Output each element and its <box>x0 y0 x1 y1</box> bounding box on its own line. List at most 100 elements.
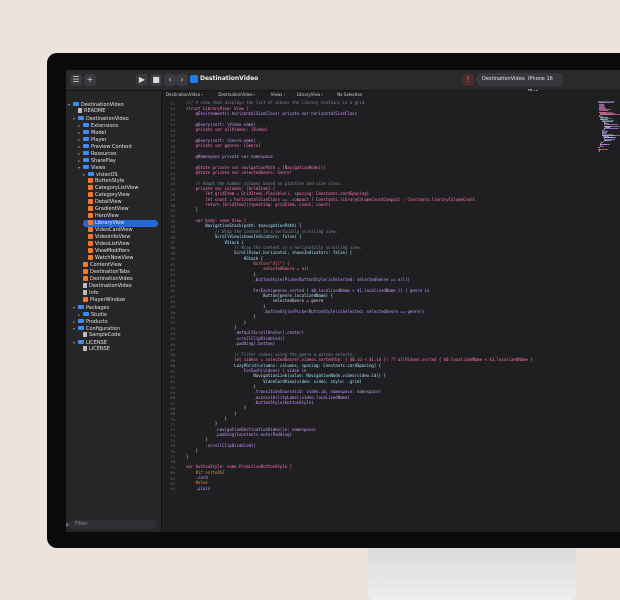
line-number: 41 <box>170 261 175 267</box>
filter-input[interactable]: Filter <box>69 520 157 529</box>
minimap[interactable] <box>598 99 620 159</box>
navigator-item[interactable]: ▸ Model <box>78 129 158 136</box>
navigator-item[interactable]: ▸ Extensions <box>78 122 158 129</box>
navigator-item-label: ViewModifiers <box>95 248 130 254</box>
navigator-item[interactable]: ViewModifiers <box>83 248 158 255</box>
swift-file-icon <box>88 213 93 218</box>
navigator-item[interactable]: ▾ Configuration <box>73 325 158 332</box>
navigator-item[interactable]: VideoCardView <box>83 227 158 234</box>
navigator-item[interactable]: CategoryListView <box>83 185 158 192</box>
document-icon <box>83 346 87 351</box>
line-number: 67 <box>170 400 175 406</box>
document-icon <box>83 332 87 337</box>
forward-icon[interactable]: › <box>176 74 188 86</box>
code-editor[interactable]: 11/// A view that displays the list of v… <box>162 99 620 532</box>
breadcrumb-item[interactable]: Views › <box>271 91 285 99</box>
navigator-item-label: PlayerWindow <box>90 297 126 303</box>
document-icon <box>83 283 87 288</box>
folder-icon <box>83 137 89 141</box>
navigator-item[interactable]: ▸ Preview Content <box>78 143 158 150</box>
line-number: 16 <box>170 127 175 133</box>
line-number: 66 <box>170 395 175 401</box>
navigator-item[interactable]: ▸ SharePlay <box>78 157 158 164</box>
folder-icon <box>78 305 84 309</box>
issue-icon[interactable]: ! <box>462 74 474 86</box>
navigator-item[interactable]: ContentView <box>78 262 158 269</box>
navigator-item[interactable]: DestinationTabs <box>78 269 158 276</box>
folder-icon <box>73 102 79 106</box>
breadcrumb-item[interactable]: DestinationVideo › <box>218 91 255 99</box>
navigator-item[interactable]: ▾ DestinationVideo <box>73 115 158 122</box>
back-icon[interactable]: ‹ <box>164 74 176 86</box>
navigator-item-label: VideoInfoView <box>95 234 131 240</box>
navigator-item[interactable]: CategoryView <box>83 192 158 199</box>
navigator-item-label: VideoListView <box>95 241 130 247</box>
folder-icon <box>83 165 89 169</box>
minimap-line <box>599 145 605 147</box>
code-line: @State private var selectedGenre: Genre? <box>186 169 292 175</box>
breadcrumb-item[interactable]: LibraryView › <box>297 91 323 99</box>
line-number: 25 <box>170 175 175 181</box>
line-number: 75 <box>170 443 175 449</box>
navigator-item[interactable]: DetailView <box>83 199 158 206</box>
navigator-item[interactable]: LICENSE <box>78 346 158 353</box>
line-number: 49 <box>170 304 175 310</box>
line-number: 43 <box>170 272 175 278</box>
line-number: 34 <box>170 224 175 230</box>
play-icon[interactable]: ▶ <box>136 74 148 86</box>
navigator-item[interactable]: ▸ Player <box>78 136 158 143</box>
navigator-item[interactable]: WatchNowView <box>83 255 158 262</box>
navigator-item[interactable]: Info <box>78 290 158 297</box>
navigator-toggle-icon[interactable]: ☰ <box>70 74 82 86</box>
code-line: .plain <box>186 485 211 491</box>
line-number: 36 <box>170 234 175 240</box>
navigator-item-label: HeroView <box>95 213 119 219</box>
navigator-tab-bar <box>66 91 161 125</box>
folder-icon <box>83 130 89 134</box>
navigator-item[interactable]: ButtonStyle <box>83 178 158 185</box>
navigator-item[interactable]: DestinationVideo <box>78 283 158 290</box>
navigator-item[interactable]: LibraryView <box>83 220 158 227</box>
navigator-item[interactable]: ▾ DestinationVideo <box>68 101 158 108</box>
app-icon <box>190 75 198 83</box>
line-number: 56 <box>170 341 175 347</box>
navigator-item[interactable]: ▸ Resources <box>78 150 158 157</box>
navigator-item[interactable]: HeroView <box>83 213 158 220</box>
swift-file-icon <box>88 206 93 211</box>
line-number: 17 <box>170 133 175 139</box>
line-number: 53 <box>170 325 175 331</box>
folder-icon <box>83 144 89 148</box>
navigator-item[interactable]: ▾ Packages <box>73 304 158 311</box>
navigator-item[interactable]: ▸ Products <box>73 318 158 325</box>
line-number: 80 <box>170 470 175 476</box>
swift-file-icon <box>88 185 93 190</box>
line-number: 28 <box>170 191 175 197</box>
code-line: @Namespace private var namespace <box>186 153 273 159</box>
swift-file-icon <box>88 234 93 239</box>
line-number: 45 <box>170 282 175 288</box>
navigator-item[interactable]: PlayerWindow <box>78 297 158 304</box>
line-number: 37 <box>170 240 175 246</box>
breadcrumb-item[interactable]: No Selection <box>337 91 362 99</box>
navigator-item[interactable]: DestinationVideo <box>78 276 158 283</box>
navigator-item[interactable]: ▸ Studio <box>78 311 158 318</box>
document-icon <box>83 290 87 295</box>
stop-icon[interactable]: ■ <box>150 74 162 86</box>
add-icon[interactable]: + <box>84 74 96 86</box>
breadcrumb-item[interactable]: DestinationVideo › <box>166 91 203 99</box>
navigator-item-label: VideoCardView <box>95 227 133 233</box>
folder-icon <box>83 312 89 316</box>
line-number: 44 <box>170 277 175 283</box>
navigator-item[interactable]: ▾ Views <box>78 164 158 171</box>
navigator-item[interactable]: VideoInfoView <box>83 234 158 241</box>
line-number: 83 <box>170 486 175 492</box>
navigator-item-label: LICENSE <box>89 346 110 352</box>
line-number: 12 <box>170 106 175 112</box>
navigator-item[interactable]: SampleCode <box>78 332 158 339</box>
navigator-item[interactable]: VideoListView <box>83 241 158 248</box>
navigator-item[interactable]: ▾ LICENSE <box>73 339 158 346</box>
navigator-item[interactable]: GradientView <box>83 206 158 213</box>
navigator-item[interactable]: ▸ visionOS <box>83 171 158 178</box>
scheme-selector[interactable]: DestinationVideo iPhone 16 Plus <box>476 73 564 95</box>
navigator-item[interactable]: README <box>73 108 158 115</box>
